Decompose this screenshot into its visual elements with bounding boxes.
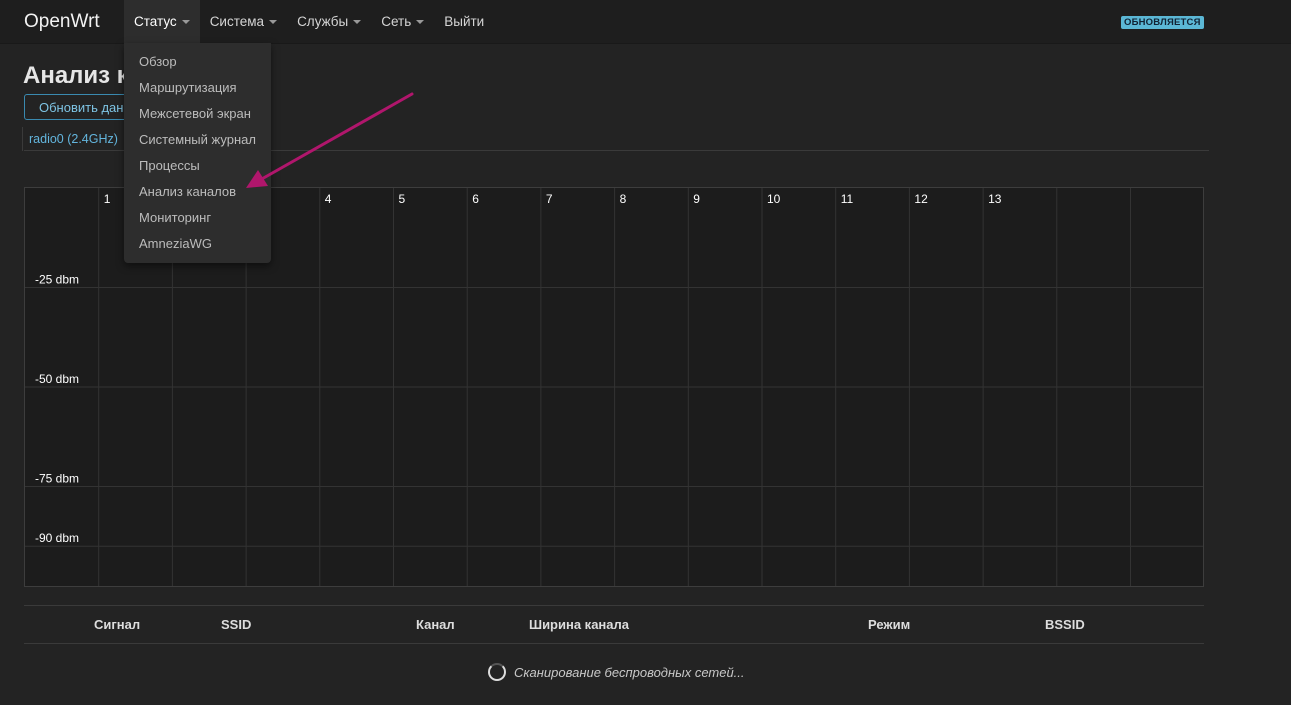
menu-item-monitoring[interactable]: Мониторинг (139, 210, 211, 225)
dbm-tick-label: -50 dbm (35, 372, 79, 386)
col-ssid[interactable]: SSID (221, 617, 251, 632)
menu-item-syslog[interactable]: Системный журнал (139, 132, 256, 147)
menu-item-routing[interactable]: Маршрутизация (139, 80, 237, 95)
menu-item-overview[interactable]: Обзор (139, 54, 177, 69)
menu-item-amneziawg[interactable]: AmneziaWG (139, 236, 212, 251)
dbm-tick-label: -25 dbm (35, 273, 79, 287)
status-badge: ОБНОВЛЯЕТСЯ (1121, 16, 1204, 29)
scan-status: Сканирование беспроводных сетей... (488, 663, 745, 681)
dbm-tick-label: -90 dbm (35, 531, 79, 545)
col-bssid[interactable]: BSSID (1045, 617, 1085, 632)
chevron-down-icon (269, 19, 278, 24)
channel-tick-label: 12 (914, 192, 928, 206)
top-navbar: OpenWrt Статус Система Службы Сеть Выйти… (0, 0, 1291, 44)
nav-system[interactable]: Система (200, 0, 287, 43)
status-dropdown-menu: Обзор Маршрутизация Межсетевой экран Сис… (124, 43, 271, 263)
col-mode[interactable]: Режим (868, 617, 910, 632)
nav-services[interactable]: Службы (287, 0, 371, 43)
nav-network[interactable]: Сеть (371, 0, 434, 43)
scan-status-text: Сканирование беспроводных сетей... (514, 664, 745, 680)
chevron-down-icon (353, 19, 362, 24)
menu-item-processes[interactable]: Процессы (139, 158, 200, 173)
main-nav: Статус Система Службы Сеть Выйти (124, 0, 494, 43)
channel-tick-label: 8 (620, 192, 627, 206)
menu-item-firewall[interactable]: Межсетевой экран (139, 106, 251, 121)
menu-item-channel-analysis[interactable]: Анализ каналов (139, 184, 236, 199)
channel-tick-label: 11 (841, 192, 854, 206)
channel-tick-label: 7 (546, 192, 553, 206)
channel-tick-label: 13 (988, 192, 1002, 206)
nav-logout[interactable]: Выйти (434, 0, 494, 43)
brand-logo[interactable]: OpenWrt (24, 11, 100, 33)
channel-tick-label: 9 (693, 192, 700, 206)
col-width[interactable]: Ширина канала (529, 617, 629, 632)
col-signal[interactable]: Сигнал (94, 617, 140, 632)
col-channel[interactable]: Канал (416, 617, 455, 632)
channel-tick-label: 5 (399, 192, 406, 206)
channel-tick-label: 6 (472, 192, 479, 206)
nav-status[interactable]: Статус (124, 0, 200, 43)
tab-radio0[interactable]: radio0 (2.4GHz) (22, 127, 125, 151)
spinner-icon (488, 663, 506, 681)
channel-tick-label: 4 (325, 192, 332, 206)
channel-tick-label: 1 (104, 192, 111, 206)
chevron-down-icon (181, 19, 190, 24)
channel-tick-label: 10 (767, 192, 781, 206)
results-table-header: Сигнал SSID Канал Ширина канала Режим BS… (24, 605, 1204, 644)
chevron-down-icon (416, 19, 425, 24)
dbm-tick-label: -75 dbm (35, 472, 79, 486)
